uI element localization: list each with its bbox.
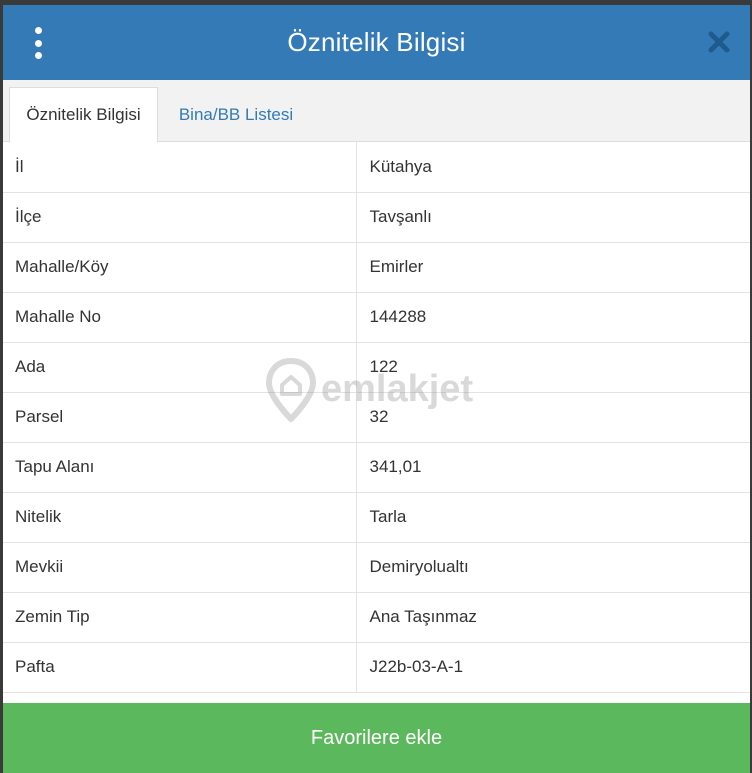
row-key: Zemin Tip — [3, 592, 357, 643]
row-value: 32 — [356, 392, 750, 443]
table-row: Mevkii Demiryolualtı — [3, 542, 750, 593]
row-key: Mahalle No — [3, 292, 357, 343]
table-row: İlçe Tavşanlı — [3, 192, 750, 243]
row-value: 341,01 — [356, 442, 750, 493]
table-row: Parsel 32 — [3, 392, 750, 443]
attribute-info-modal: Öznitelik Bilgisi Öznitelik Bilgisi Bina… — [3, 5, 750, 773]
tab-attribute-info[interactable]: Öznitelik Bilgisi — [9, 87, 158, 143]
add-to-favorites-button[interactable]: Favorilere ekle — [3, 703, 750, 773]
row-key: Mevkii — [3, 542, 357, 593]
row-key: İlçe — [3, 192, 357, 243]
table-row: Mahalle/Köy Emirler — [3, 242, 750, 293]
row-value: Demiryolualtı — [356, 542, 750, 593]
row-value: Kütahya — [356, 142, 750, 193]
table-row: Ada 122 — [3, 342, 750, 393]
row-value: J22b-03-A-1 — [356, 642, 750, 693]
vertical-ellipsis-icon[interactable] — [29, 27, 47, 59]
table-row: Tapu Alanı 341,01 — [3, 442, 750, 493]
modal-title: Öznitelik Bilgisi — [287, 27, 466, 57]
row-value: 144288 — [356, 292, 750, 343]
table-row: Nitelik Tarla — [3, 492, 750, 543]
row-key: Parsel — [3, 392, 357, 443]
row-key: Tapu Alanı — [3, 442, 357, 493]
row-value: 122 — [356, 342, 750, 393]
row-key: Ada — [3, 342, 357, 393]
row-value: Ana Taşınmaz — [356, 592, 750, 643]
row-key: İl — [3, 142, 357, 193]
table-row: Zemin Tip Ana Taşınmaz — [3, 592, 750, 643]
attribute-table: İl Kütahya İlçe Tavşanlı Mahalle/Köy Emirle… — [3, 142, 750, 693]
tab-bar: Öznitelik Bilgisi Bina/BB Listesi — [3, 80, 750, 143]
table-row: İl Kütahya — [3, 142, 750, 193]
row-key: Mahalle/Köy — [3, 242, 357, 293]
table-row: Mahalle No 144288 — [3, 292, 750, 343]
row-value: Emirler — [356, 242, 750, 293]
tab-building-list[interactable]: Bina/BB Listesi — [161, 87, 311, 143]
modal-header: Öznitelik Bilgisi — [3, 5, 750, 80]
table-row: Pafta J22b-03-A-1 — [3, 642, 750, 693]
close-icon[interactable] — [706, 29, 732, 55]
row-value: Tavşanlı — [356, 192, 750, 243]
row-value: Tarla — [356, 492, 750, 543]
row-key: Pafta — [3, 642, 357, 693]
row-key: Nitelik — [3, 492, 357, 543]
